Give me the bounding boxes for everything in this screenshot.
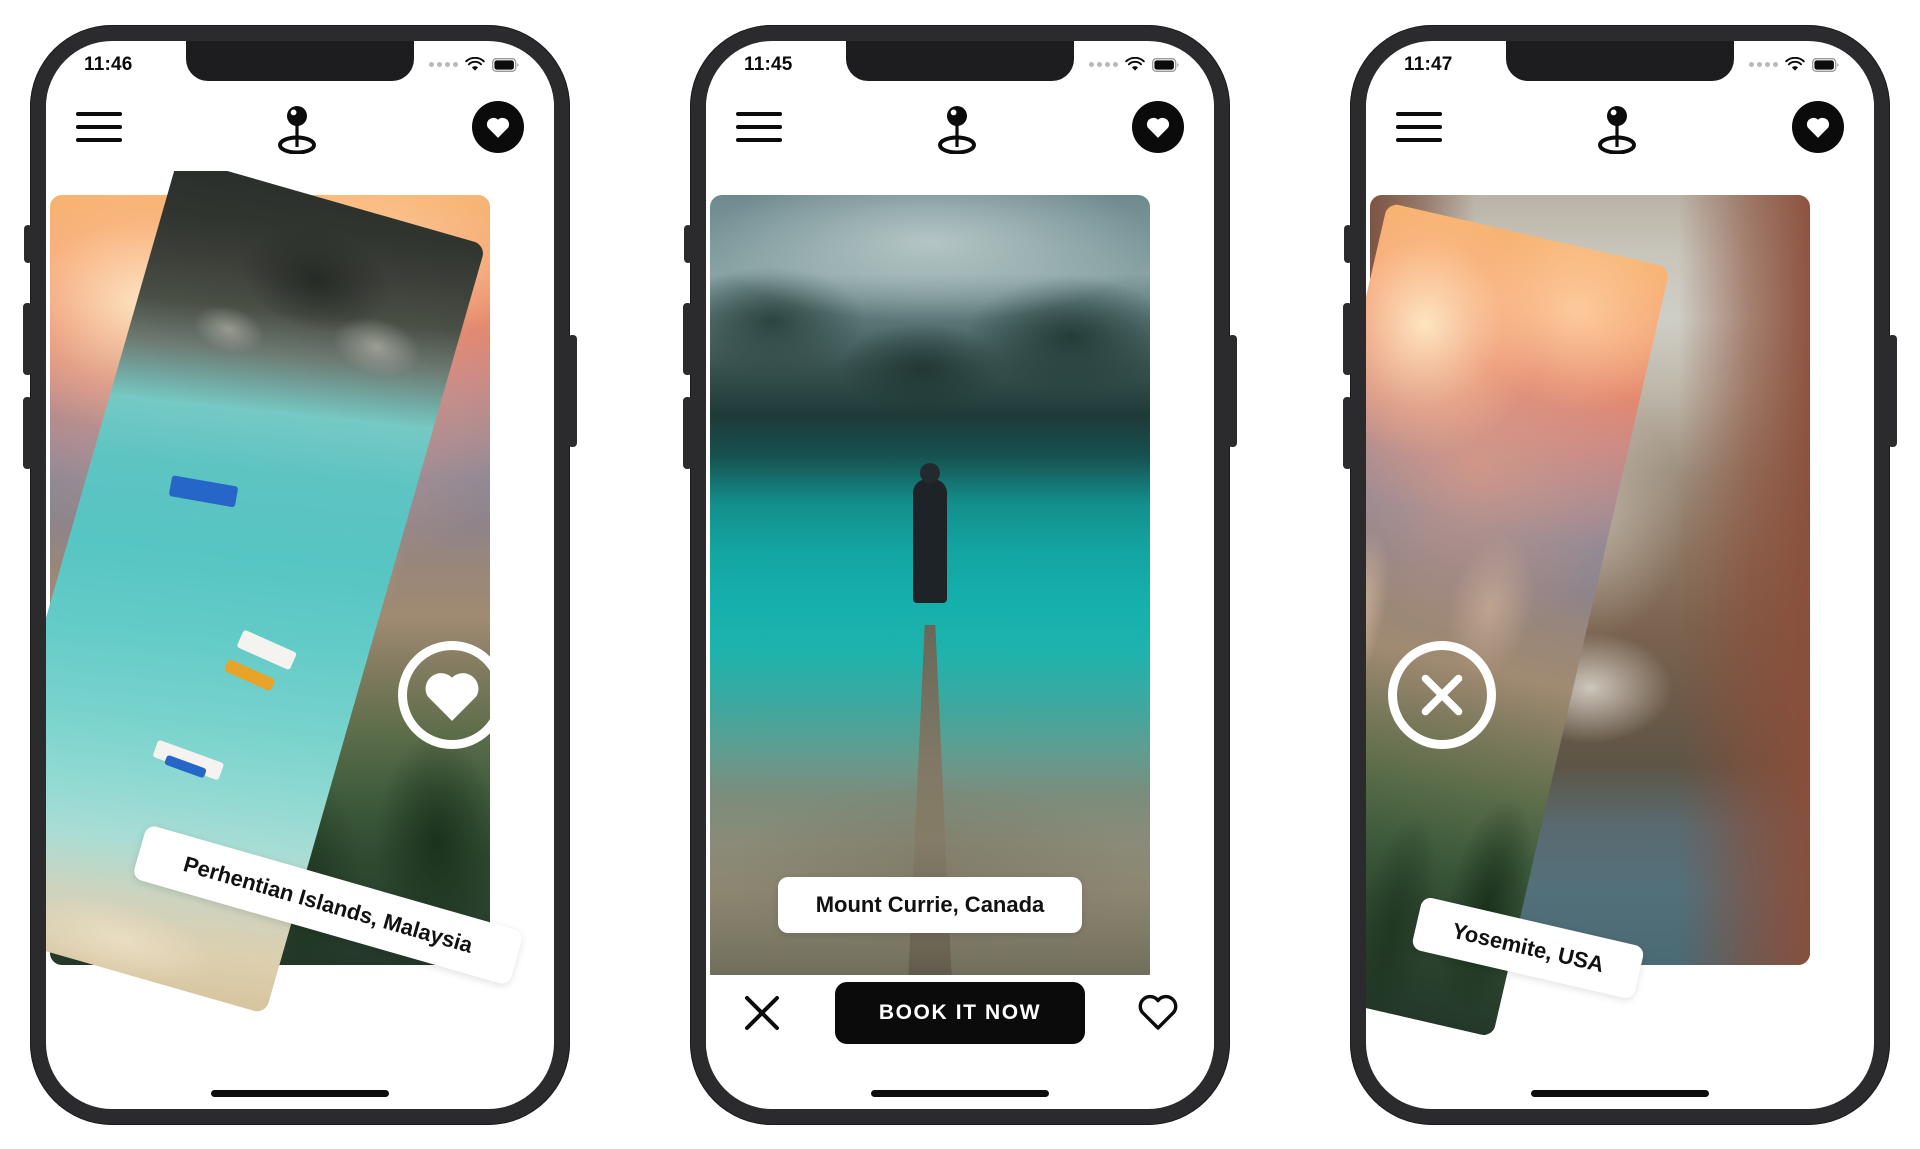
status-time: 11:45 — [744, 53, 793, 75]
card-caption-text: Mount Currie, Canada — [815, 891, 1045, 917]
power-button[interactable] — [1228, 334, 1237, 447]
home-indicator[interactable] — [211, 1089, 389, 1097]
phone-1-screen: 11:46 Perhentian Islands, Malaysia — [46, 40, 554, 1109]
front-card-mount-currie[interactable] — [710, 194, 1150, 985]
currie-subject — [710, 195, 1150, 985]
map-pin-icon — [271, 100, 323, 154]
phone-2: 11:45 Mount Currie, Canada BOOK IT NOW — [683, 24, 1237, 1125]
phone-2-action-bar: BOOK IT NOW — [706, 974, 1214, 1051]
status-indicators — [429, 57, 520, 72]
battery-icon — [1152, 57, 1180, 72]
mute-switch[interactable] — [24, 224, 32, 263]
battery-icon — [492, 57, 520, 72]
status-time: 11:46 — [84, 53, 133, 75]
dismiss-overlay-indicator[interactable] — [1388, 640, 1496, 749]
heart-filled-icon — [486, 117, 510, 138]
map-pin-icon — [931, 100, 983, 154]
card-caption: Mount Currie, Canada — [778, 876, 1082, 933]
close-x-icon[interactable] — [741, 992, 783, 1034]
favorites-button[interactable] — [472, 100, 524, 153]
hamburger-menu-icon[interactable] — [76, 111, 122, 142]
phone-1-app-header — [46, 84, 554, 169]
phone-notch — [186, 40, 414, 81]
mute-switch[interactable] — [1344, 224, 1352, 263]
wifi-icon — [465, 57, 485, 72]
phone-notch — [1506, 40, 1734, 81]
status-time: 11:47 — [1404, 53, 1453, 75]
signal-dots-icon — [1749, 62, 1778, 67]
favorites-button[interactable] — [1132, 100, 1184, 153]
phone-1: 11:46 Perhentian Islands, Malaysia — [23, 24, 577, 1125]
phone-2-app-header — [706, 84, 1214, 169]
volume-up-button[interactable] — [23, 302, 32, 375]
heart-filled-icon — [1146, 117, 1170, 138]
home-indicator[interactable] — [1531, 1089, 1709, 1097]
phone-1-card-stack: Perhentian Islands, Malaysia — [46, 170, 554, 1109]
home-indicator[interactable] — [871, 1089, 1049, 1097]
wifi-icon — [1125, 57, 1145, 72]
mute-switch[interactable] — [684, 224, 692, 263]
book-it-now-button[interactable]: BOOK IT NOW — [834, 981, 1086, 1044]
hamburger-menu-icon[interactable] — [736, 111, 782, 142]
like-overlay-indicator[interactable] — [398, 640, 506, 749]
status-indicators — [1749, 57, 1840, 72]
phone-mockups-stage: 11:46 Perhentian Islands, Malaysia 11:45… — [0, 0, 1920, 1149]
wifi-icon — [1785, 57, 1805, 72]
power-button[interactable] — [568, 334, 577, 447]
volume-down-button[interactable] — [1343, 396, 1352, 469]
signal-dots-icon — [1089, 62, 1118, 67]
heart-filled-icon — [425, 672, 479, 721]
close-x-icon — [1421, 674, 1463, 715]
phone-3-screen: 11:47 Yosemite, USA — [1366, 40, 1874, 1109]
phone-3-app-header — [1366, 84, 1874, 169]
battery-icon — [1812, 57, 1840, 72]
status-indicators — [1089, 57, 1180, 72]
volume-up-button[interactable] — [1343, 302, 1352, 375]
favorites-button[interactable] — [1792, 100, 1844, 153]
heart-outline-icon[interactable] — [1137, 992, 1179, 1034]
phone-notch — [846, 40, 1074, 81]
volume-down-button[interactable] — [23, 396, 32, 469]
phone-3-card-stack: Yosemite, USA — [1366, 171, 1874, 1109]
person-silhouette — [913, 478, 947, 603]
volume-down-button[interactable] — [683, 396, 692, 469]
phone-3: 11:47 Yosemite, USA — [1343, 24, 1897, 1125]
map-pin-icon — [1591, 100, 1643, 154]
power-button[interactable] — [1888, 334, 1897, 447]
signal-dots-icon — [429, 62, 458, 67]
phone-2-card-stack: Mount Currie, Canada — [706, 171, 1214, 1109]
volume-up-button[interactable] — [683, 302, 692, 375]
heart-filled-icon — [1806, 117, 1830, 138]
hamburger-menu-icon[interactable] — [1396, 111, 1442, 142]
phone-2-screen: 11:45 Mount Currie, Canada BOOK IT NOW — [706, 40, 1214, 1109]
